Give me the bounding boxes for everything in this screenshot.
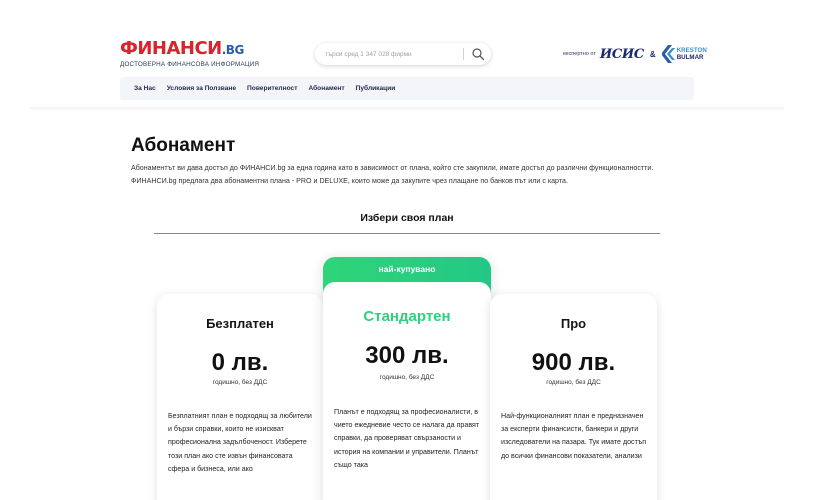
search-separator	[463, 48, 464, 60]
plan-description: Най-функционалният план е предназначен з…	[501, 412, 647, 460]
intro-line-2: ФИНАНСИ.bg предлага два абонаментни план…	[131, 177, 568, 185]
plan-period: годишно, без ДДС	[379, 374, 435, 381]
bestseller-badge: най-купувано	[378, 264, 436, 274]
nav-item-privacy[interactable]: Поверителност	[247, 85, 297, 92]
logo-main-text: ФИНАНСИ	[120, 38, 222, 59]
site-header: ФИНАНСИ.BG ДОСТОВЕРНА ФИНАНСОВА ИНФОРМАЦ…	[0, 0, 814, 110]
plan-description: Планът е подходящ за професионалисти, в …	[334, 408, 480, 469]
logo-tld-text: .BG	[221, 43, 245, 57]
kreston-text: KRESTON BULMAR	[677, 47, 707, 61]
logo-wordmark: ФИНАНСИ.BG	[120, 40, 259, 59]
search-input[interactable]	[325, 48, 465, 60]
plan-price: 900 лв.	[531, 349, 616, 376]
nav-item-subscription[interactable]: Абонамент	[308, 85, 344, 92]
kreston-line-2: BULMAR	[676, 54, 704, 61]
search-icon[interactable]	[471, 47, 485, 61]
section-divider	[154, 233, 660, 234]
page-title: Абонамент	[131, 135, 236, 156]
plan-card-standard[interactable]: Стандартен 300 лв. годишно, без ДДС План…	[323, 282, 491, 500]
company-search[interactable]	[315, 43, 491, 65]
plan-name: Стандартен	[363, 308, 451, 325]
kreston-line-1: KRESTON	[676, 47, 707, 54]
plan-card-standard-wrapper[interactable]: най-купувано Стандартен 300 лв. годишно,…	[323, 257, 491, 500]
nav-item-terms[interactable]: Условия за Ползване	[167, 85, 236, 92]
partner-label: експертно от	[563, 51, 596, 57]
kreston-mark-icon	[661, 45, 675, 63]
plan-name: Про	[560, 316, 587, 331]
kreston-logo[interactable]: KRESTON BULMAR	[661, 45, 707, 63]
isis-logo[interactable]: ИСИС	[600, 47, 644, 62]
finansi-logo[interactable]: ФИНАНСИ.BG ДОСТОВЕРНА ФИНАНСОВА ИНФОРМАЦ…	[120, 40, 260, 69]
nav-item-about[interactable]: За Нас	[134, 85, 156, 92]
plan-card-free[interactable]: Безплатен 0 лв. годишно, без ДДС Безплат…	[157, 294, 323, 500]
plan-description: Безплатният план е подходящ за любители …	[168, 412, 312, 473]
plan-period: годишно, без ДДС	[212, 379, 268, 386]
intro-line-1: Абонаментът ви дава достъп до ФИНАНСИ.bg…	[131, 164, 654, 172]
plan-price: 300 лв.	[365, 342, 449, 369]
nav-item-publications[interactable]: Публикации	[356, 85, 396, 92]
plan-card-pro[interactable]: Про 900 лв. годишно, без ДДС Най-функцио…	[490, 294, 657, 500]
partner-logos: експертно от ИСИС & KRESTON BULMAR	[563, 44, 707, 64]
plan-name: Безплатен	[206, 316, 274, 331]
intro-text: Абонаментът ви дава достъп до ФИНАНСИ.bg…	[131, 162, 691, 188]
choose-plan-heading: Избери своя план	[360, 212, 454, 224]
header-shadow	[30, 107, 784, 111]
plan-price: 0 лв.	[211, 349, 269, 376]
main-nav: За Нас Условия за Ползване Поверителност…	[120, 77, 694, 100]
plan-period: годишно, без ДДС	[546, 379, 601, 386]
logo-tagline: ДОСТОВЕРНА ФИНАНСОВА ИНФОРМАЦИЯ	[120, 61, 260, 68]
partner-ampersand: &	[649, 49, 656, 59]
